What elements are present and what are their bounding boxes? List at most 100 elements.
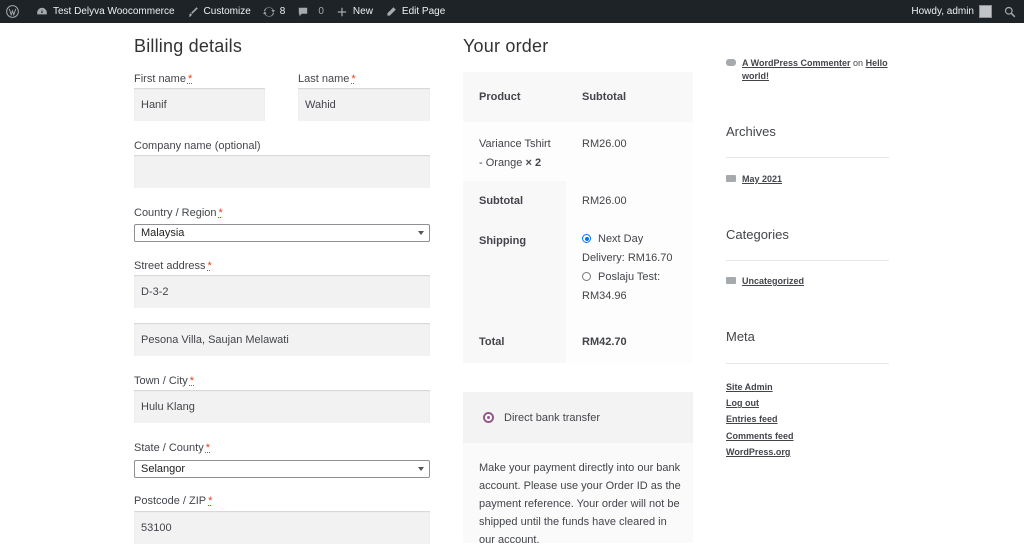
- table-header-row: Product Subtotal: [463, 72, 693, 122]
- radio-selected-icon[interactable]: [582, 234, 591, 243]
- last-name-field[interactable]: Wahid: [298, 88, 430, 121]
- radio-selected-icon[interactable]: [483, 412, 494, 423]
- updates-count: 8: [279, 6, 286, 17]
- divider: [726, 157, 889, 158]
- edit-page-link[interactable]: Edit Page: [379, 0, 451, 23]
- chevron-down-icon: [418, 231, 424, 235]
- payment-desc-line: our account.: [479, 534, 540, 546]
- company-label: Company name (optional): [134, 140, 261, 152]
- dashboard-icon: [37, 7, 47, 14]
- wordpress-icon: [6, 5, 19, 18]
- recent-comment: A WordPress Commenter on Hello world!: [726, 57, 889, 83]
- item-name-line1: Variance Tshirt: [479, 138, 551, 150]
- state-value: Selangor: [141, 463, 186, 475]
- wordpress-logo-menu[interactable]: [0, 0, 30, 23]
- required-mark: *: [351, 73, 356, 85]
- payment-desc-line: Make your payment directly into our bank: [479, 462, 681, 474]
- shipping-options: Next Day Delivery: RM16.70 Poslaju Test:…: [566, 222, 693, 322]
- street-address-2-field[interactable]: Pesona Villa, Saujan Melawati: [134, 323, 430, 356]
- archive-link-may-2021[interactable]: May 2021: [742, 174, 782, 184]
- payment-method-bank-transfer[interactable]: Direct bank transfer: [463, 392, 693, 443]
- comments-count: 0: [318, 6, 324, 17]
- item-qty: × 2: [525, 157, 542, 169]
- item-name: Variance Tshirt - Orange × 2: [463, 122, 566, 181]
- item-name-line2-wrap: - Orange × 2: [479, 154, 566, 173]
- comment-icon: [299, 7, 308, 16]
- meta-link-site-admin[interactable]: Site Admin: [726, 382, 773, 392]
- meta-link-wordpress-org[interactable]: WordPress.org: [726, 447, 790, 457]
- archive-item: May 2021: [726, 174, 782, 184]
- city-label: Town / City *: [134, 375, 194, 387]
- updates-icon: [262, 6, 275, 17]
- city-label-text: Town / City: [134, 375, 188, 387]
- updates-link[interactable]: 8: [257, 0, 292, 23]
- plus-icon: [337, 7, 347, 16]
- last-name-label-text: Last name: [298, 73, 350, 85]
- last-name-label: Last name *: [298, 73, 356, 85]
- header-subtotal: Subtotal: [582, 91, 626, 103]
- item-name-line2: - Orange: [479, 157, 523, 169]
- new-label: New: [352, 6, 373, 17]
- category-link-uncategorized[interactable]: Uncategorized: [742, 276, 804, 286]
- state-label: State / County *: [134, 442, 210, 454]
- payment-method-label: Direct bank transfer: [504, 411, 600, 424]
- divider: [726, 260, 889, 261]
- first-name-field[interactable]: Hanif: [134, 88, 265, 121]
- folder-icon: [726, 277, 736, 284]
- street-label: Street address *: [134, 260, 212, 272]
- archives-title: Archives: [726, 124, 776, 139]
- meta-link-log-out[interactable]: Log out: [726, 398, 759, 408]
- shipping-option-poslaju[interactable]: Poslaju Test:: [582, 268, 693, 287]
- subtotal-label: Subtotal: [479, 195, 523, 207]
- meta-link-entries-feed[interactable]: Entries feed: [726, 414, 778, 424]
- postcode-value: 53100: [141, 521, 172, 534]
- chevron-down-icon: [418, 467, 424, 471]
- customize-link[interactable]: Customize: [181, 0, 257, 23]
- account-menu[interactable]: Howdy, admin: [905, 0, 998, 23]
- country-label-text: Country / Region: [134, 207, 217, 219]
- state-select[interactable]: Selangor: [134, 460, 430, 478]
- street2-value: Pesona Villa, Saujan Melawati: [141, 333, 289, 346]
- postcode-field[interactable]: 53100: [134, 511, 430, 544]
- required-mark: *: [208, 495, 213, 507]
- meta-link-comments-feed[interactable]: Comments feed: [726, 431, 794, 441]
- shipping-option1-line1: Next Day: [598, 233, 644, 245]
- city-field[interactable]: Hulu Klang: [134, 390, 430, 423]
- comment-author-link[interactable]: A WordPress Commenter: [742, 58, 851, 68]
- shipping-row: Shipping Next Day Delivery: RM16.70 Posl…: [463, 222, 693, 322]
- item-price: RM26.00: [582, 138, 627, 150]
- search-button[interactable]: [998, 0, 1024, 23]
- street-address-1-field[interactable]: D-3-2: [134, 275, 430, 308]
- shipping-option1-line2: Delivery: RM16.70: [582, 252, 673, 264]
- customize-label: Customize: [203, 6, 251, 17]
- total-value: RM42.70: [582, 336, 627, 348]
- street-label-text: Street address: [134, 260, 206, 272]
- header-product: Product: [479, 91, 521, 103]
- first-name-value: Hanif: [141, 98, 167, 111]
- order-title: Your order: [463, 36, 549, 56]
- state-label-text: State / County: [134, 442, 204, 454]
- comment-on-text: on: [853, 58, 864, 68]
- country-value: Malaysia: [141, 227, 185, 239]
- folder-icon: [726, 175, 736, 182]
- first-name-label: First name *: [134, 73, 192, 85]
- postcode-label: Postcode / ZIP *: [134, 495, 212, 507]
- shipping-option-next-day[interactable]: Next Day: [582, 230, 693, 249]
- company-field[interactable]: [134, 155, 430, 188]
- subtotal-row: Subtotal RM26.00: [463, 181, 693, 222]
- comments-link[interactable]: 0: [291, 0, 330, 23]
- country-select[interactable]: Malaysia: [134, 224, 430, 242]
- admin-bar: Test Delyva Woocommerce Customize 8 0 Ne…: [0, 0, 1024, 23]
- payment-box: Direct bank transfer Make your payment d…: [463, 392, 693, 546]
- required-mark: *: [207, 260, 212, 272]
- required-mark: *: [218, 207, 223, 219]
- comment-post-link-line1[interactable]: Hello: [866, 58, 888, 68]
- comment-post-link-line2[interactable]: world!: [742, 71, 769, 81]
- site-name-menu[interactable]: Test Delyva Woocommerce: [30, 0, 181, 23]
- city-value: Hulu Klang: [141, 400, 195, 413]
- meta-title: Meta: [726, 329, 755, 344]
- radio-icon[interactable]: [582, 272, 591, 281]
- howdy-text: Howdy, admin: [911, 6, 974, 17]
- new-content-menu[interactable]: New: [330, 0, 379, 23]
- payment-desc-line: payment reference. Your order will not b…: [479, 498, 680, 510]
